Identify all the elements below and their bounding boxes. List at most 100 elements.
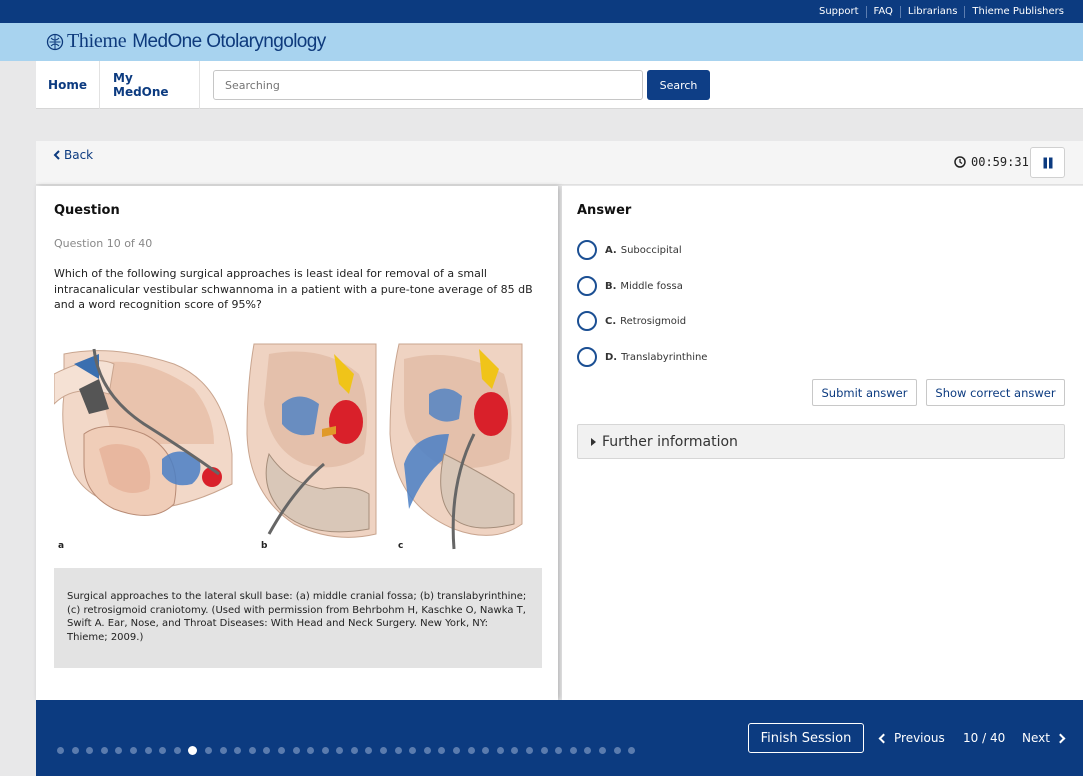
session-bar: Back 00:59:31 [36,141,1083,185]
show-correct-answer-button[interactable]: Show correct answer [926,379,1065,406]
option-label: D. Translabyrinthine [605,352,707,363]
progress-dot[interactable] [277,747,285,754]
radio-button[interactable] [577,240,597,260]
radio-button[interactable] [577,347,597,367]
progress-dot[interactable] [321,747,329,754]
question-heading: Question [54,203,120,218]
brand-logo[interactable]: Thieme MedOne Otolaryngology [46,30,326,53]
figure-label-a: a [58,541,64,551]
progress-dot[interactable] [129,747,137,754]
progress-dot[interactable] [144,747,152,754]
option-letter: B. [605,280,617,292]
progress-dot[interactable] [511,747,519,754]
progress-dot[interactable] [540,747,548,754]
question-panel: Question Question 10 of 40 Which of the … [36,186,558,700]
progress-dot[interactable] [86,747,94,754]
utility-links: Support FAQ Librarians Thieme Publishers [812,6,1071,18]
progress-dot[interactable] [496,747,504,754]
question-number: Question 10 of 40 [54,237,153,250]
question-progress-dots [57,746,643,755]
answer-option-d[interactable]: D. Translabyrinthine [577,347,707,367]
progress-dot[interactable] [409,747,417,754]
progress-dot[interactable] [598,747,606,754]
caret-right-icon [591,437,596,446]
progress-dot[interactable] [613,747,621,754]
answer-panel: Answer A. Suboccipital B. Middle fossa C. R… [562,186,1083,700]
progress-dot[interactable] [380,747,388,754]
progress-dot[interactable] [173,747,181,754]
progress-dot[interactable] [365,747,373,754]
question-text: Which of the following surgical approach… [54,267,533,311]
progress-dot[interactable] [555,747,563,754]
option-label: C. Retrosigmoid [605,316,686,327]
progress-dot[interactable] [57,747,64,754]
progress-dot[interactable] [234,747,242,754]
figure-panel-c: c [389,343,523,551]
progress-dot[interactable] [100,747,108,754]
submit-answer-button[interactable]: Submit answer [812,379,917,406]
option-letter: A. [605,244,617,256]
surgical-approaches-illustration: a b c [53,343,523,551]
progress-dot[interactable] [526,747,533,754]
radio-button[interactable] [577,276,597,296]
nav-home[interactable]: Home [36,61,100,109]
progress-dot[interactable] [219,747,227,754]
further-information-toggle[interactable]: Further information [577,424,1065,459]
progress-dot[interactable] [263,747,271,754]
question-counter: 10 / 40 [963,731,1006,745]
progress-dot[interactable] [438,747,446,754]
progress-dot[interactable] [482,747,490,754]
answer-option-b[interactable]: B. Middle fossa [577,276,683,296]
faq-link[interactable]: FAQ [865,6,900,18]
answer-option-c[interactable]: C. Retrosigmoid [577,311,686,331]
progress-dot[interactable] [584,747,592,754]
librarians-link[interactable]: Librarians [899,6,965,18]
answer-option-a[interactable]: A. Suboccipital [577,240,682,260]
figure-panel-a: a [53,348,233,551]
next-button[interactable]: Next [1022,731,1066,745]
progress-dot[interactable] [453,747,461,754]
progress-dot[interactable] [248,747,256,754]
progress-dot[interactable] [204,747,212,754]
progress-dot[interactable] [71,747,79,754]
previous-button[interactable]: Previous [878,731,945,745]
option-letter: C. [605,315,617,327]
progress-dot[interactable] [628,747,636,754]
progress-dot[interactable] [394,747,402,754]
option-text: Translabyrinthine [621,351,708,363]
progress-dot[interactable] [159,747,167,754]
option-text: Suboccipital [620,244,682,256]
progress-dot[interactable] [336,747,344,754]
progress-dot[interactable] [467,747,475,754]
top-utility-bar: Support FAQ Librarians Thieme Publishers [0,0,1083,23]
progress-dot[interactable] [423,747,431,754]
search-input[interactable] [213,70,643,100]
progress-dot[interactable] [307,747,315,754]
search-button[interactable]: Search [647,70,710,100]
option-letter: D. [605,351,618,363]
thieme-publishers-link[interactable]: Thieme Publishers [964,6,1071,18]
brand-thieme: Thieme [67,30,127,52]
option-label: B. Middle fossa [605,281,683,292]
progress-dot[interactable] [569,747,577,754]
next-label: Next [1022,731,1050,745]
timer-value: 00:59:31 [971,155,1029,169]
progress-dot[interactable] [350,747,358,754]
figure-caption: Surgical approaches to the lateral skull… [54,568,542,668]
finish-session-button[interactable]: Finish Session [748,723,864,753]
figure-panel-b: b [246,343,377,551]
nav-my-medone[interactable]: My MedOne [100,61,200,109]
main-nav: Home My MedOne Search [36,61,1083,109]
support-link[interactable]: Support [812,6,866,18]
progress-dot[interactable] [292,747,300,754]
figure-label-b: b [261,541,268,551]
progress-dot[interactable] [115,747,123,754]
progress-dot[interactable] [188,746,198,755]
radio-button[interactable] [577,311,597,331]
clock-icon [954,156,966,168]
option-text: Retrosigmoid [620,315,687,327]
chevron-left-icon [53,150,60,160]
chevron-right-icon [1055,733,1066,743]
pause-button[interactable] [1030,147,1065,178]
back-link[interactable]: Back [53,148,93,162]
